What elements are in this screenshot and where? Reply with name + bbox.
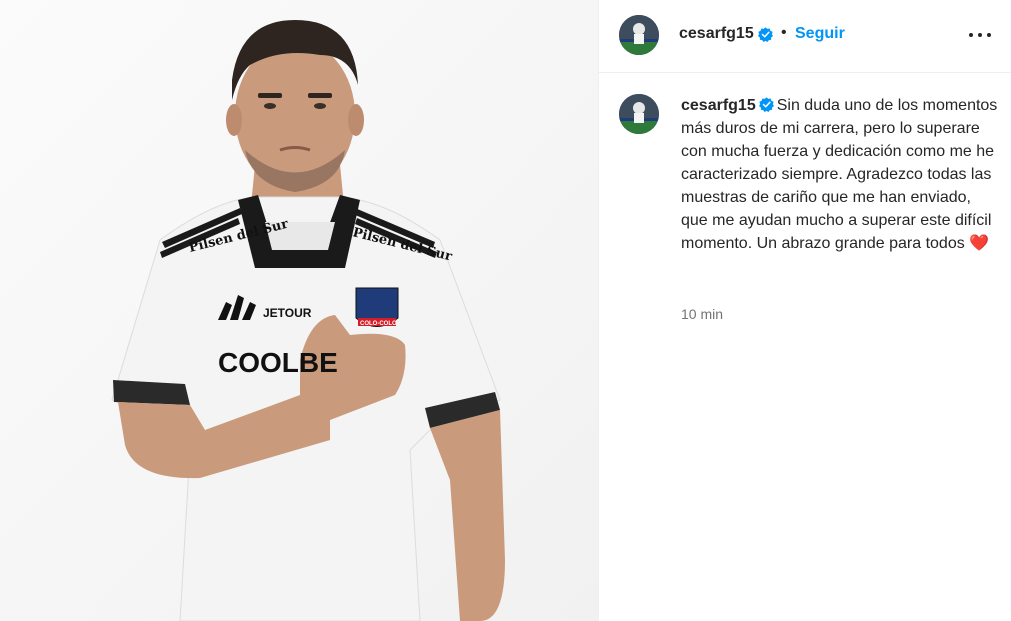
header-separator: • (781, 24, 787, 41)
sponsor-logo-text: JETOUR (263, 306, 312, 320)
verified-badge-icon (758, 97, 774, 112)
follow-button[interactable]: Seguir (795, 25, 845, 43)
caption-username[interactable]: cesarfg15 (681, 97, 756, 114)
post-side-panel: cesarfg15 • Seguir cesarfg15 Sin duda un… (598, 0, 1011, 621)
avatar-image (619, 94, 659, 134)
avatar-image (619, 15, 659, 55)
sponsor-chest-text: COOLBE (218, 347, 338, 378)
verified-badge-icon (758, 27, 773, 42)
crest-text: COLO-COLO (360, 321, 397, 327)
post-timestamp[interactable]: 10 min (681, 306, 723, 322)
more-options-icon[interactable] (967, 24, 993, 46)
author-username[interactable]: cesarfg15 (679, 25, 754, 43)
caption-author-avatar[interactable] (619, 94, 659, 134)
post-header: cesarfg15 • Seguir (599, 0, 1011, 73)
author-avatar[interactable] (619, 15, 659, 55)
post-photo[interactable]: COOLBE JETOUR Pilsen del Sur Pilsen del … (0, 0, 598, 621)
caption-text: Sin duda uno de los momentos más duros d… (681, 97, 998, 252)
post-caption: cesarfg15 Sin duda uno de los momentos m… (681, 94, 999, 255)
player-photo-illustration: COOLBE JETOUR Pilsen del Sur Pilsen del … (0, 0, 598, 621)
heart-emoji: ❤️ (969, 235, 990, 252)
